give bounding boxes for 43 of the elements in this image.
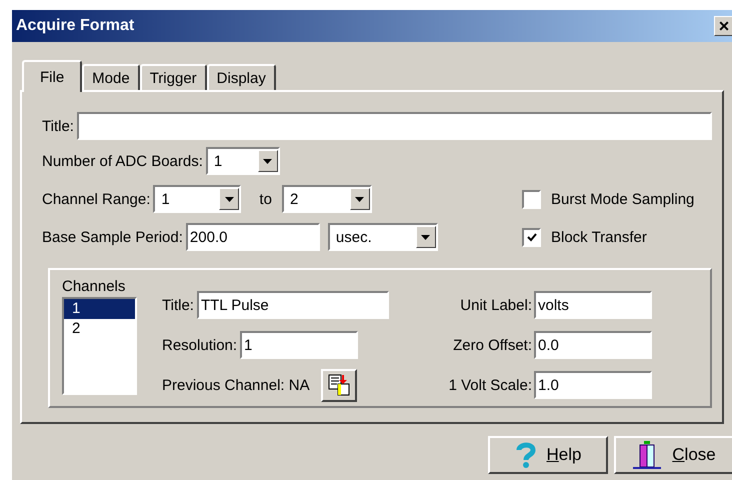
tab[interactable]: File [22, 60, 82, 92]
unit-label-field[interactable]: volts [534, 291, 652, 319]
question-mark-icon [514, 441, 537, 469]
channel-title-field[interactable]: TTL Pulse [196, 291, 389, 319]
field-label: Zero Offset: [452, 336, 532, 354]
channels-label: Channels [62, 278, 126, 295]
field-label: Number of ADC Boards: [42, 152, 203, 170]
field-label: Title: [42, 118, 74, 134]
window-title: Acquire Format [16, 17, 134, 35]
checkbox-label: Block Transfer [551, 228, 647, 246]
field-label: Previous Channel: NA [162, 376, 310, 394]
checkbox[interactable] [522, 228, 541, 246]
list-item[interactable]: 1 [64, 299, 135, 319]
tab[interactable]: Display [206, 64, 276, 90]
copy-document-icon [326, 373, 351, 397]
tab[interactable]: Mode [82, 64, 140, 90]
close-button[interactable]: × [714, 16, 732, 36]
channel-list[interactable]: 1 2 [62, 297, 137, 395]
adc-boards-dropdown[interactable]: 1 [206, 147, 280, 175]
tab[interactable]: Trigger [140, 64, 207, 90]
period-field[interactable]: 200.0 [186, 223, 320, 251]
checkmark-icon [526, 232, 536, 242]
checkbox[interactable] [522, 190, 541, 208]
title-field[interactable] [76, 112, 712, 140]
field-label: to [259, 190, 272, 208]
zero-offset-field[interactable]: 0.0 [534, 331, 652, 359]
close-button[interactable]: Close [614, 436, 732, 474]
unit-dropdown[interactable]: usec. [328, 223, 438, 251]
door-icon [632, 440, 662, 470]
field-label: Resolution: [162, 336, 238, 354]
field-label: 1 Volt Scale: [448, 376, 532, 394]
copy-button[interactable] [320, 368, 357, 402]
volt-scale-field[interactable]: 1.0 [534, 371, 652, 399]
range-to-dropdown[interactable]: 2 [282, 185, 372, 213]
list-item[interactable]: 2 [64, 319, 135, 339]
field-label: Unit Label: [459, 296, 532, 314]
field-label: Base Sample Period: [42, 228, 183, 246]
field-label: Channel Range: [42, 190, 150, 208]
range-from-dropdown[interactable]: 1 [153, 185, 242, 213]
help-button[interactable]: Help [488, 436, 608, 474]
field-label: Title: [162, 296, 194, 314]
checkbox-label: Burst Mode Sampling [551, 190, 694, 208]
resolution-field[interactable]: 1 [240, 331, 358, 359]
